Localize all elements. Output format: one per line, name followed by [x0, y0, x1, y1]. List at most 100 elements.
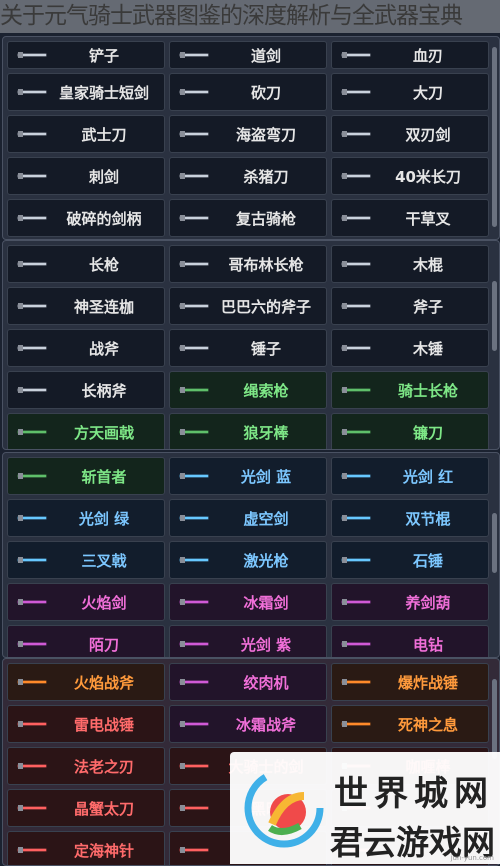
scrollbar[interactable]	[492, 47, 497, 227]
trident-icon	[17, 557, 47, 563]
weapon-cell[interactable]: 武士刀	[7, 115, 165, 153]
weapon-name: 长柄斧	[81, 381, 127, 400]
weapon-cell[interactable]: 皇家骑士短剑	[7, 73, 165, 111]
weapon-name: 镰刀	[412, 423, 443, 442]
weapon-cell[interactable]: 三叉戟	[7, 541, 165, 579]
weapon-name: 破碎的剑柄	[66, 209, 142, 228]
weapon-cell[interactable]: 海盗弯刀	[169, 115, 327, 153]
weapon-cell[interactable]: 斩首者	[7, 457, 165, 495]
dark-blade-icon	[179, 805, 209, 811]
weapon-name: 血刃	[412, 46, 443, 65]
weapon-cell[interactable]: 火焰剑	[7, 583, 165, 621]
hammer-icon	[179, 345, 209, 351]
weapon-cell[interactable]: 石锤	[331, 541, 489, 579]
weapon-cell[interactable]: 光剑 紫	[169, 625, 327, 657]
weapon-cell[interactable]: 方天画戟	[7, 413, 165, 449]
weapon-cell[interactable]: 绞肉机	[169, 663, 327, 701]
battle-axe-icon	[17, 345, 47, 351]
weapon-name: 陌刀	[88, 635, 119, 654]
weapon-name: 铲子	[88, 46, 119, 65]
weapon-cell[interactable]: 养剑葫	[331, 583, 489, 621]
weapon-cell[interactable]: 血刃	[331, 41, 489, 69]
void-sword-icon	[179, 515, 209, 521]
lightsaber-icon	[341, 473, 371, 479]
weapon-cell[interactable]: 道剑	[169, 41, 327, 69]
weapon-cell[interactable]: 砍刀	[169, 73, 327, 111]
weapon-cell[interactable]: 冰霜战斧	[169, 705, 327, 743]
explosive-hammer-icon	[341, 679, 371, 685]
weapon-cell[interactable]: 光剑 蓝	[169, 457, 327, 495]
weapon-cell[interactable]: 锤子	[169, 329, 327, 367]
weapon-cell[interactable]: 木棍	[331, 245, 489, 283]
weapon-cell[interactable]: 法老之刃	[7, 747, 165, 785]
weapon-cell[interactable]: 镰刀	[331, 413, 489, 449]
weapon-cell[interactable]: 激光枪	[169, 541, 327, 579]
weapon-cell[interactable]: 虚空剑	[169, 499, 327, 537]
weapon-cell[interactable]: 破碎的剑柄	[7, 199, 165, 237]
weapon-cell[interactable]: 狼牙棒	[169, 413, 327, 449]
short-sword-icon	[17, 89, 47, 95]
weapon-cell[interactable]: 干草叉	[331, 199, 489, 237]
weapon-name: 电钻	[412, 635, 443, 654]
weapon-name: 石锤	[412, 551, 443, 570]
scrollbar[interactable]	[492, 281, 497, 351]
weapon-cell[interactable]: 杀猪刀	[169, 157, 327, 195]
machete-icon	[179, 89, 209, 95]
weapon-cell[interactable]: 绳索枪	[169, 371, 327, 409]
weapon-name: 冰霜战斧	[235, 715, 296, 734]
weapon-cell[interactable]: 木锤	[331, 329, 489, 367]
weapon-cell[interactable]: 骑士长枪	[331, 371, 489, 409]
weapon-cell[interactable]: 雷电战锤	[7, 705, 165, 743]
weapon-cell[interactable]: 晶蟹太刀	[7, 789, 165, 827]
axe-icon	[341, 303, 371, 309]
weapon-cell[interactable]: 哥布林长枪	[169, 245, 327, 283]
weapon-name: 光剑 绿	[78, 509, 130, 528]
weapon-cell[interactable]: 陌刀	[7, 625, 165, 657]
lightsaber-icon	[179, 473, 209, 479]
watermark-url: jun-yun.com	[450, 854, 494, 862]
weapon-name: 海盗弯刀	[235, 125, 296, 144]
scrollbar[interactable]	[492, 513, 497, 573]
weapon-cell[interactable]: 定海神针	[7, 831, 165, 865]
weapon-cell[interactable]: 光剑 绿	[7, 499, 165, 537]
weapon-grid: 铲子 道剑 血刃皇家骑士短剑 砍刀 大刀武士刀 海盗弯刀 双刃剑刺剑 杀猪刀 40米长刀破碎的剑…	[7, 41, 489, 237]
weapon-cell[interactable]: 爆炸战锤	[331, 663, 489, 701]
executioner-icon	[17, 473, 47, 479]
scrollbar[interactable]	[492, 679, 497, 759]
weapon-cell[interactable]: 复古骑枪	[169, 199, 327, 237]
weapon-cell[interactable]: 死神之息	[331, 705, 489, 743]
weapon-name: 绞肉机	[243, 673, 289, 692]
weapon-cell[interactable]: 双刃剑	[331, 115, 489, 153]
weapon-cell[interactable]: 斧子	[331, 287, 489, 325]
weapon-cell[interactable]: 铲子	[7, 41, 165, 69]
weapon-name: 法老之刃	[73, 757, 134, 776]
site-logo-icon	[244, 768, 324, 848]
gourd-icon	[341, 599, 371, 605]
weapon-cell[interactable]: 火焰战斧	[7, 663, 165, 701]
goblin-spear-icon	[179, 261, 209, 267]
weapon-cell[interactable]: 大刀	[331, 73, 489, 111]
lightsaber-icon	[17, 515, 47, 521]
scythe-icon	[341, 429, 371, 435]
weapon-name: 砍刀	[250, 83, 281, 102]
weapon-cell[interactable]: 巴巴六的斧子	[169, 287, 327, 325]
weapon-cell[interactable]: 40米长刀	[331, 157, 489, 195]
watermark-top-text: 世界城网	[334, 774, 494, 814]
weapon-cell[interactable]: 光剑 红	[331, 457, 489, 495]
weapon-name: 死神之息	[397, 715, 458, 734]
weapon-name: 火焰剑	[81, 593, 127, 612]
weapon-cell[interactable]: 电钻	[331, 625, 489, 657]
weapon-name: 雷电战锤	[73, 715, 134, 734]
weapon-cell[interactable]: 刺剑	[7, 157, 165, 195]
weapon-cell[interactable]: 长枪	[7, 245, 165, 283]
knight-lance-icon	[341, 387, 371, 393]
weapon-cell[interactable]: 冰霜剑	[169, 583, 327, 621]
weapon-cell[interactable]: 战斧	[7, 329, 165, 367]
weapon-name: 光剑 紫	[240, 635, 292, 654]
stick-icon	[341, 261, 371, 267]
weapon-cell[interactable]: 双节棍	[331, 499, 489, 537]
lightsaber-icon	[179, 641, 209, 647]
frost-axe-icon	[179, 721, 209, 727]
weapon-cell[interactable]: 长柄斧	[7, 371, 165, 409]
weapon-cell[interactable]: 神圣连枷	[7, 287, 165, 325]
